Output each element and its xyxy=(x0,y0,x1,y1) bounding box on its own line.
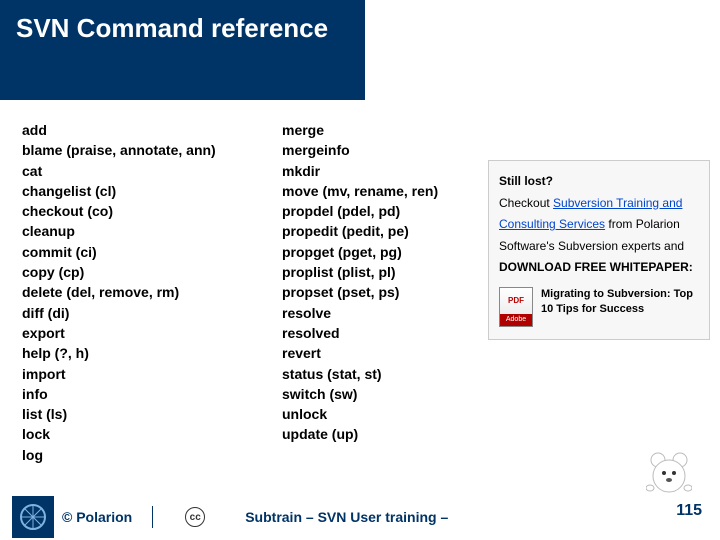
command-item: add xyxy=(22,120,252,140)
cc-icon: cc xyxy=(185,507,205,527)
command-item: diff (di) xyxy=(22,303,252,323)
mascot-bear-icon xyxy=(646,448,692,494)
command-item: mergeinfo xyxy=(282,140,492,160)
promo-body: Checkout Subversion Training and Consult… xyxy=(499,193,699,279)
command-item: commit (ci) xyxy=(22,242,252,262)
command-item: copy (cp) xyxy=(22,262,252,282)
polarion-logo-icon xyxy=(12,496,54,538)
page-number: 115 xyxy=(676,502,702,520)
footer: © Polarion cc Subtrain – SVN User traini… xyxy=(0,494,720,540)
command-item: propdel (pdel, pd) xyxy=(282,201,492,221)
whitepaper-row: PDF Adobe Migrating to Subversion: Top 1… xyxy=(499,287,699,327)
command-column-2: mergemergeinfomkdirmove (mv, rename, ren… xyxy=(282,120,492,465)
command-item: delete (del, remove, rm) xyxy=(22,282,252,302)
command-item: cat xyxy=(22,161,252,181)
command-item: blame (praise, annotate, ann) xyxy=(22,140,252,160)
command-item: propset (pset, ps) xyxy=(282,282,492,302)
title-bar: SVN Command reference xyxy=(0,0,365,100)
command-item: proplist (plist, pl) xyxy=(282,262,492,282)
command-item: log xyxy=(22,445,252,465)
command-column-1: addblame (praise, annotate, ann)catchang… xyxy=(22,120,252,465)
command-item: info xyxy=(22,384,252,404)
promo-box: Still lost? Checkout Subversion Training… xyxy=(488,160,710,340)
footer-copyright: © Polarion xyxy=(62,509,132,525)
command-columns: addblame (praise, annotate, ann)catchang… xyxy=(22,120,492,465)
command-item: export xyxy=(22,323,252,343)
command-item: merge xyxy=(282,120,492,140)
page-title: SVN Command reference xyxy=(16,12,349,45)
command-item: move (mv, rename, ren) xyxy=(282,181,492,201)
command-item: cleanup xyxy=(22,221,252,241)
command-item: update (up) xyxy=(282,424,492,444)
command-item: resolved xyxy=(282,323,492,343)
command-item: status (stat, st) xyxy=(282,364,492,384)
command-item: resolve xyxy=(282,303,492,323)
command-item: help (?, h) xyxy=(22,343,252,363)
promo-text: Checkout xyxy=(499,196,553,210)
pdf-icon-bottom: Adobe xyxy=(500,314,532,326)
footer-subtitle: Subtrain – SVN User training – xyxy=(245,509,448,525)
command-item: list (ls) xyxy=(22,404,252,424)
promo-lead: Still lost? xyxy=(499,174,553,188)
pdf-icon[interactable]: PDF Adobe xyxy=(499,287,533,327)
command-item: mkdir xyxy=(282,161,492,181)
promo-download-label: DOWNLOAD FREE WHITEPAPER: xyxy=(499,260,693,274)
command-item: revert xyxy=(282,343,492,363)
whitepaper-title: Migrating to Subversion: Top 10 Tips for… xyxy=(541,287,699,317)
command-item: propget (pget, pg) xyxy=(282,242,492,262)
command-item: import xyxy=(22,364,252,384)
command-item: lock xyxy=(22,424,252,444)
command-item: changelist (cl) xyxy=(22,181,252,201)
pdf-icon-top: PDF xyxy=(500,288,532,314)
command-item: checkout (co) xyxy=(22,201,252,221)
command-item: switch (sw) xyxy=(282,384,492,404)
command-item: unlock xyxy=(282,404,492,424)
command-item: propedit (pedit, pe) xyxy=(282,221,492,241)
footer-divider xyxy=(152,506,153,528)
